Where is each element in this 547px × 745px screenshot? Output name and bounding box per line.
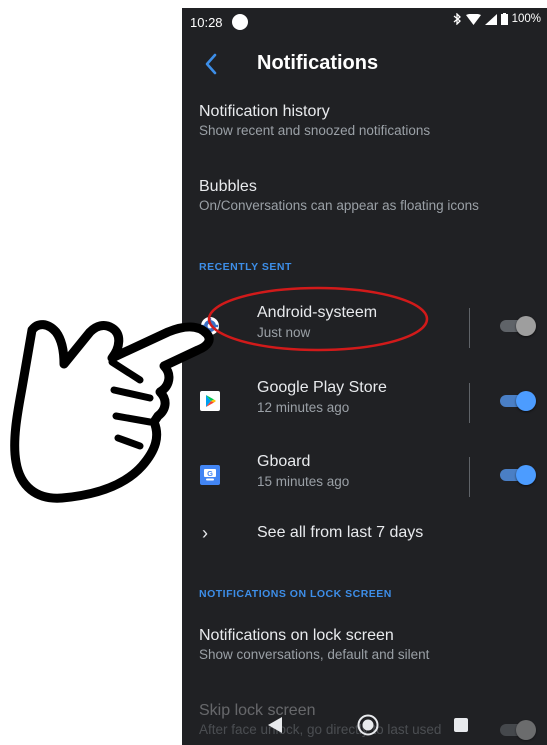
bluetooth-icon <box>453 13 461 25</box>
app-time: 15 minutes ago <box>257 474 350 489</box>
nav-back-icon[interactable] <box>268 717 282 733</box>
chevron-right-icon: › <box>202 523 208 543</box>
app-text: Gboard 15 minutes ago <box>257 453 349 489</box>
see-all-label: See all from last 7 days <box>257 524 424 541</box>
app-name: Gboard <box>257 453 311 470</box>
back-arrow-icon <box>205 53 217 75</box>
app-row-gboard[interactable]: G Gboard 15 minutes ago <box>182 439 547 511</box>
bubbles-title: Bubbles <box>199 178 257 195</box>
status-time: 10:28 <box>190 15 223 30</box>
phone-screen: 10:28 100% Notifications Notification hi… <box>182 8 547 745</box>
bubbles-subtitle: On/Conversations can appear as floating … <box>199 198 479 213</box>
app-bar: Notifications <box>182 36 547 92</box>
wifi-icon <box>465 13 481 25</box>
notification-history-title: Notification history <box>199 103 330 120</box>
row-divider <box>469 383 470 423</box>
status-icons: 100% <box>453 13 541 25</box>
page-title: Notifications <box>257 52 379 74</box>
battery-icon <box>500 13 508 25</box>
toggle-knob <box>516 316 536 336</box>
nav-recents-icon[interactable] <box>454 718 468 732</box>
notification-toggle[interactable] <box>500 465 536 485</box>
back-button[interactable] <box>196 48 228 80</box>
status-bar: 10:28 100% <box>182 8 547 36</box>
row-divider <box>469 457 470 497</box>
lock-screen-title: Notifications on lock screen <box>199 627 394 644</box>
nav-home-icon[interactable] <box>357 714 379 736</box>
app-time: 12 minutes ago <box>257 400 350 415</box>
notification-history-subtitle: Show recent and snoozed notifications <box>199 123 431 138</box>
recently-sent-header: RECENTLY SENT <box>199 261 292 273</box>
pointing-hand-icon <box>10 320 214 503</box>
lock-screen-subtitle: Show conversations, default and silent <box>199 647 430 662</box>
lock-screen-notifications-item[interactable]: Notifications on lock screen Show conver… <box>199 627 429 662</box>
app-text: Google Play Store 12 minutes ago <box>257 379 387 415</box>
app-name: Google Play Store <box>257 379 387 396</box>
notification-toggle[interactable] <box>500 391 536 411</box>
lock-screen-header: NOTIFICATIONS ON LOCK SCREEN <box>199 588 392 600</box>
highlight-ellipse <box>207 286 429 352</box>
battery-percent: 100% <box>511 13 541 25</box>
toggle-knob <box>516 391 536 411</box>
notification-dot-icon <box>232 14 248 30</box>
toggle-knob <box>516 465 536 485</box>
signal-icon <box>484 13 497 25</box>
notification-toggle[interactable] <box>500 316 536 336</box>
navigation-bar <box>182 705 547 745</box>
row-divider <box>469 308 470 348</box>
notification-history-item[interactable]: Notification history Show recent and sno… <box>199 103 430 138</box>
see-all-item[interactable]: › See all from last 7 days <box>182 513 547 553</box>
bubbles-item[interactable]: Bubbles On/Conversations can appear as f… <box>199 178 479 213</box>
app-row-google-play-store[interactable]: Google Play Store 12 minutes ago <box>182 365 547 437</box>
